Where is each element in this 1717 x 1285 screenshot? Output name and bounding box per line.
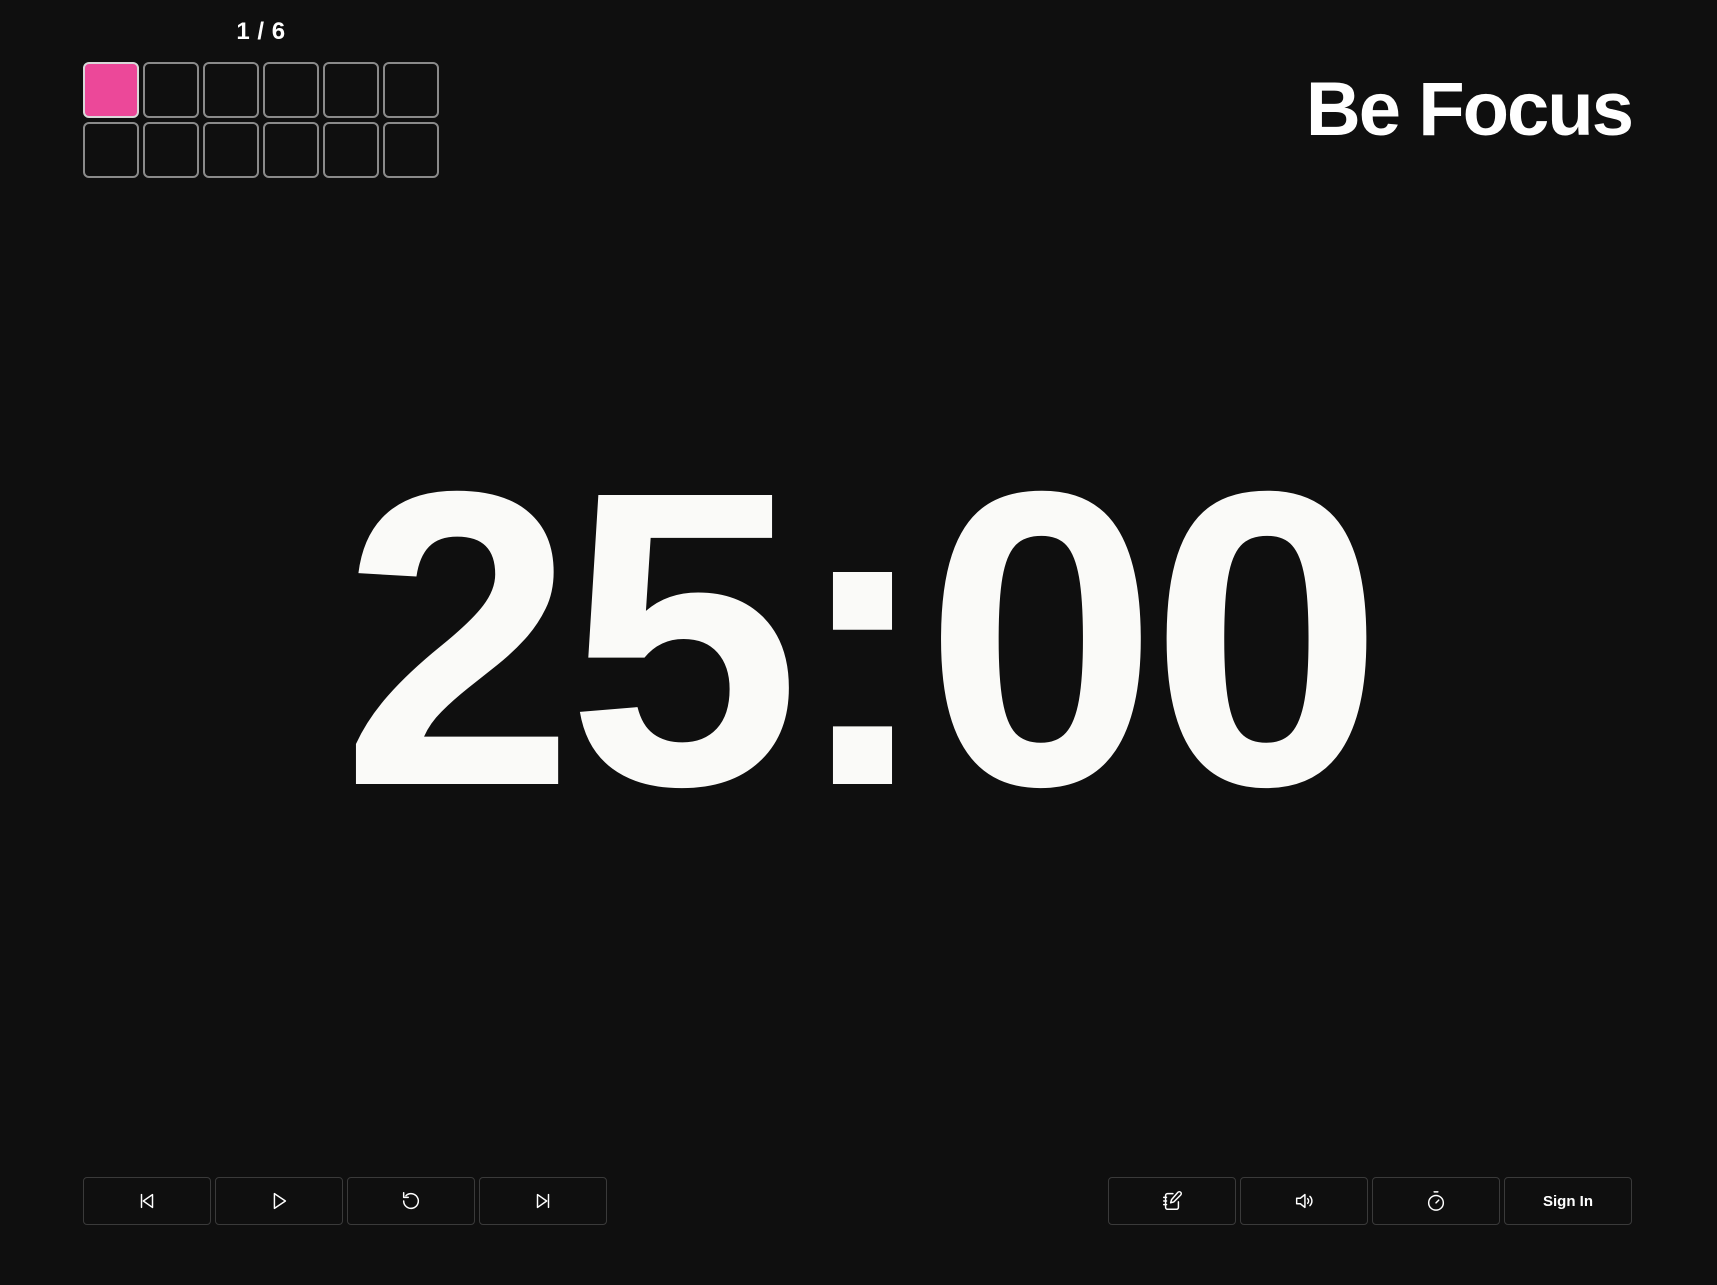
session-cell [83, 62, 139, 118]
timer-display: 25:00 [341, 405, 1383, 874]
pomodoro-app: 1 / 6 Be Focus 25:00 Sign In [0, 0, 1717, 1285]
utility-controls: Sign In [1108, 1177, 1632, 1225]
session-cell [143, 62, 199, 118]
reset-button[interactable] [347, 1177, 475, 1225]
sound-button[interactable] [1240, 1177, 1368, 1225]
skip-previous-icon [140, 1193, 154, 1209]
session-cell [143, 122, 199, 178]
session-cell [323, 62, 379, 118]
play-button[interactable] [215, 1177, 343, 1225]
session-cell [263, 122, 319, 178]
brand-title: Be Focus [1305, 67, 1634, 152]
playback-controls [83, 1177, 607, 1225]
session-cell [203, 122, 259, 178]
timer-settings-button[interactable] [1372, 1177, 1500, 1225]
session-cell [263, 62, 319, 118]
sign-in-label: Sign In [1543, 1192, 1593, 1210]
session-cell [83, 122, 139, 178]
session-cell [203, 62, 259, 118]
session-grid [83, 62, 440, 178]
play-icon [273, 1192, 287, 1210]
skip-next-icon [536, 1193, 550, 1209]
volume-icon [1295, 1193, 1313, 1209]
session-cell [383, 122, 439, 178]
reset-icon [402, 1192, 420, 1210]
notebook-pen-icon [1163, 1191, 1182, 1210]
next-button[interactable] [479, 1177, 607, 1225]
previous-button[interactable] [83, 1177, 211, 1225]
session-counter: 1 / 6 [236, 18, 286, 45]
notes-button[interactable] [1108, 1177, 1236, 1225]
sign-in-button[interactable]: Sign In [1504, 1177, 1632, 1225]
session-cell [383, 62, 439, 118]
stopwatch-icon [1427, 1191, 1445, 1211]
session-cell [323, 122, 379, 178]
